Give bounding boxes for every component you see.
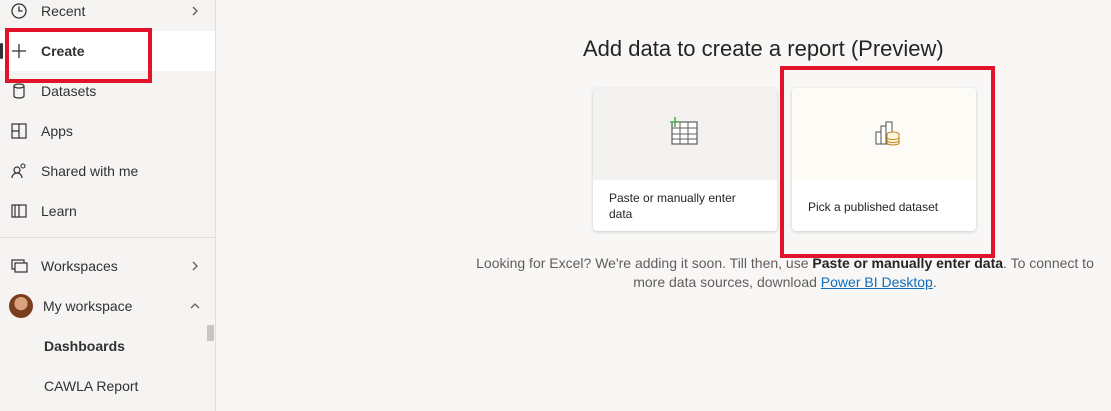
info-text-part: .: [932, 274, 937, 290]
sidebar-item-label: Workspaces: [41, 258, 118, 274]
clock-icon: [10, 2, 28, 20]
info-text-part: Looking for Excel? We're adding it soon.…: [476, 255, 813, 271]
active-indicator: [0, 43, 3, 59]
sidebar-item-label: Datasets: [41, 83, 97, 99]
sidebar-item-label: Learn: [41, 203, 77, 219]
sidebar-item-shared[interactable]: Shared with me: [0, 151, 215, 191]
highlight-box-dataset: [780, 66, 995, 258]
sidebar-item-recent[interactable]: Recent: [0, 0, 215, 31]
sidebar-item-label: Apps: [41, 123, 73, 139]
sidebar-item-my-workspace[interactable]: My workspace: [0, 286, 215, 326]
chevron-up-icon[interactable]: [189, 300, 201, 312]
highlight-box-create: [5, 28, 152, 83]
shared-icon: [10, 162, 28, 180]
sidebar-scrollbar[interactable]: [207, 325, 214, 341]
info-text: Looking for Excel? We're adding it soon.…: [470, 254, 1100, 292]
sidebar-item-label: Recent: [41, 3, 86, 19]
sidebar-item-label: Shared with me: [41, 163, 139, 179]
sidebar-divider: [0, 237, 215, 238]
chevron-right-icon[interactable]: [189, 5, 201, 17]
sidebar-item-learn[interactable]: Learn: [0, 191, 215, 231]
avatar: [9, 294, 33, 318]
table-icon: [670, 117, 698, 145]
sidebar-item-label: My workspace: [43, 298, 133, 314]
chevron-right-icon[interactable]: [189, 260, 201, 272]
page-title: Add data to create a report (Preview): [583, 36, 944, 61]
apps-icon: [10, 122, 28, 140]
card-label: Paste or manually enter data: [609, 191, 736, 221]
sidebar-subitem-cawla-report[interactable]: CAWLA Report: [44, 378, 138, 394]
book-icon: [10, 202, 28, 220]
sidebar-subitem-dashboards[interactable]: Dashboards: [44, 338, 125, 354]
database-icon: [10, 82, 28, 100]
paste-data-card[interactable]: Paste or manually enter data: [593, 88, 777, 231]
sidebar-item-workspaces[interactable]: Workspaces: [0, 246, 215, 286]
sidebar-item-apps[interactable]: Apps: [0, 111, 215, 151]
workspaces-icon: [10, 257, 28, 275]
power-bi-desktop-link[interactable]: Power BI Desktop: [821, 274, 933, 290]
info-bold-text: Paste or manually enter data: [812, 255, 1004, 271]
